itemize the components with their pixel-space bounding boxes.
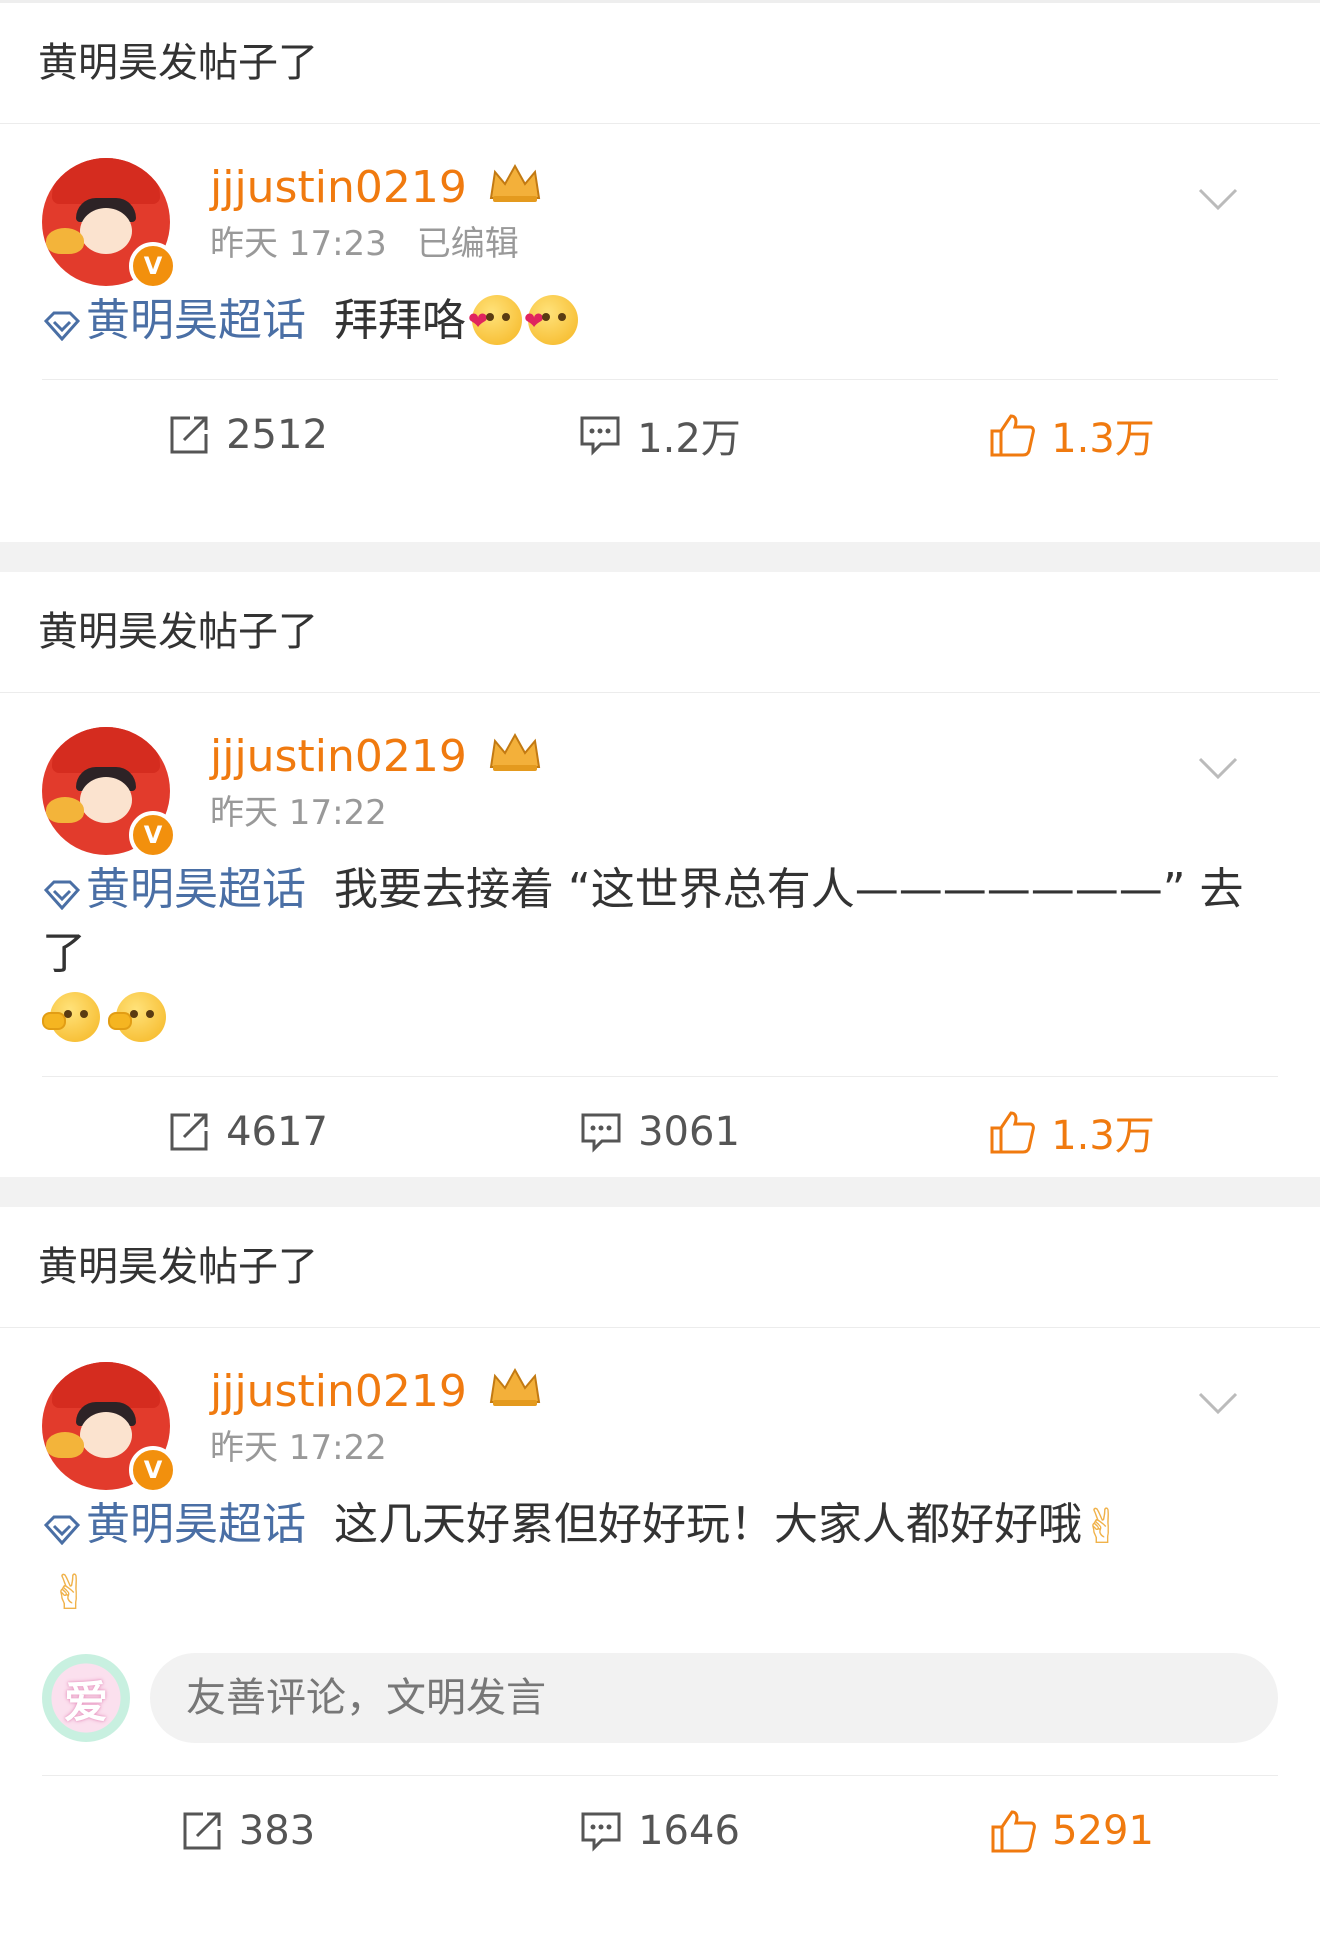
wink-emoji [108, 992, 166, 1042]
card-header: 黄明昊发帖子了 [0, 1207, 1320, 1328]
like-count: 1.3万 [1051, 1113, 1155, 1159]
repost-count: 4617 [226, 1109, 328, 1155]
post-content: 黄明昊超话 拜拜咯 [42, 289, 1278, 353]
like-count: 5291 [1052, 1808, 1154, 1854]
chevron-down-icon[interactable] [1198, 188, 1238, 212]
repost-count: 2512 [226, 412, 328, 458]
crown-icon [489, 163, 541, 202]
post-author: V jjjustin0219 昨天 17:22 [42, 693, 1278, 859]
card-header: 黄明昊发帖子了 [0, 3, 1320, 124]
post-actions: 383 1646 5291 [42, 1775, 1278, 1886]
topic-link[interactable]: 黄明昊超话 [42, 864, 306, 915]
verified-badge-icon: V [129, 811, 177, 859]
topic-link[interactable]: 黄明昊超话 [42, 295, 306, 346]
repost-button[interactable]: 4617 [42, 1109, 454, 1155]
heart-eyes-emoji [468, 289, 522, 353]
post-time: 昨天 17:22 [210, 793, 387, 833]
post-content: 黄明昊超话 这几天好累但好好玩！大家人都好好哦✌ ✌ [42, 1493, 1278, 1625]
post-time: 昨天 17:22 [210, 1428, 387, 1468]
post-text: 这几天好累但好好玩！大家人都好好哦 [333, 1499, 1082, 1550]
post-time: 昨天 17:23 [210, 224, 387, 264]
thumbs-up-icon [991, 1810, 1036, 1853]
repost-icon [170, 1113, 208, 1151]
topic-link[interactable]: 黄明昊超话 [42, 1499, 306, 1550]
wink-emoji [42, 992, 100, 1042]
post: V jjjustin0219 昨天 17:22 黄明昊超话 这几天好累但好好玩！… [0, 1328, 1320, 1625]
post-author: V jjjustin0219 昨天 17:22 [42, 1328, 1278, 1494]
chevron-down-icon[interactable] [1198, 757, 1238, 781]
post-actions: 4617 3061 1.3万 [42, 1076, 1278, 1187]
repost-icon [170, 416, 208, 454]
heart-eyes-emoji [524, 289, 578, 353]
edited-label: 已编辑 [416, 224, 519, 264]
post-author: V jjjustin0219 昨天 17:23 已编辑 [42, 124, 1278, 290]
repost-count: 383 [238, 1808, 316, 1854]
comment-icon [581, 1812, 621, 1852]
diamond-icon [43, 311, 81, 342]
post-text: 拜拜咯 [333, 295, 466, 346]
verified-badge-icon: V [129, 242, 177, 290]
repost-button[interactable]: 2512 [42, 412, 454, 458]
comment-button[interactable]: 1.2万 [454, 406, 866, 464]
username[interactable]: jjjustin0219 [210, 162, 467, 213]
feed-card: 黄明昊发帖子了 V jjjustin0219 昨天 17:22 黄明昊超话 我要… [0, 572, 1320, 1177]
comment-icon [581, 1113, 621, 1153]
post-meta: 昨天 17:22 [210, 1420, 387, 1469]
feed-card: 黄明昊发帖子了 V jjjustin0219 昨天 17:22 黄明昊超话 这几… [0, 1207, 1320, 1886]
post-actions: 2512 1.2万 1.3万 [42, 379, 1278, 490]
verified-badge-icon: V [129, 1446, 177, 1494]
feed-card: 黄明昊发帖子了 V jjjustin0219 昨天 17:23 已编辑 黄明昊超话… [0, 3, 1320, 542]
diamond-icon [43, 1515, 81, 1546]
like-button[interactable]: 1.3万 [866, 1103, 1278, 1161]
like-button[interactable]: 5291 [866, 1808, 1278, 1854]
topic-label: 黄明昊超话 [86, 1499, 306, 1550]
comment-count: 1646 [638, 1808, 740, 1854]
username[interactable]: jjjustin0219 [210, 1366, 467, 1417]
topic-label: 黄明昊超话 [86, 295, 306, 346]
comment-button[interactable]: 1646 [454, 1808, 866, 1854]
repost-button[interactable]: 383 [42, 1808, 454, 1854]
comment-count: 1.2万 [637, 416, 741, 462]
topic-label: 黄明昊超话 [86, 864, 306, 915]
comment-input[interactable]: 友善评论，文明发言 [150, 1653, 1278, 1743]
post: V jjjustin0219 昨天 17:23 已编辑 黄明昊超话 拜拜咯 [0, 124, 1320, 353]
crown-icon [489, 732, 541, 771]
like-button[interactable]: 1.3万 [866, 406, 1278, 464]
post-content: 黄明昊超话 我要去接着 “这世界总有人———————” 去了 [42, 858, 1278, 1050]
comment-composer: 爱 友善评论，文明发言 [0, 1625, 1320, 1775]
comment-button[interactable]: 3061 [454, 1109, 866, 1155]
post: V jjjustin0219 昨天 17:22 黄明昊超话 我要去接着 “这世界… [0, 693, 1320, 1050]
chevron-down-icon[interactable] [1198, 1392, 1238, 1416]
comment-icon [580, 416, 620, 456]
username[interactable]: jjjustin0219 [210, 731, 467, 782]
post-meta: 昨天 17:22 [210, 785, 387, 834]
post-meta: 昨天 17:23 已编辑 [210, 216, 519, 265]
like-count: 1.3万 [1051, 416, 1155, 462]
comment-count: 3061 [638, 1109, 740, 1155]
card-header: 黄明昊发帖子了 [0, 572, 1320, 693]
thumbs-up-icon [990, 1111, 1036, 1154]
thumbs-up-icon [990, 414, 1036, 457]
crown-icon [489, 1367, 541, 1406]
victory-hand-emoji: ✌ [50, 1565, 91, 1621]
diamond-icon [43, 880, 81, 911]
my-avatar[interactable]: 爱 [42, 1654, 130, 1742]
victory-hand-emoji: ✌ [1081, 1499, 1123, 1555]
repost-icon [183, 1812, 221, 1850]
